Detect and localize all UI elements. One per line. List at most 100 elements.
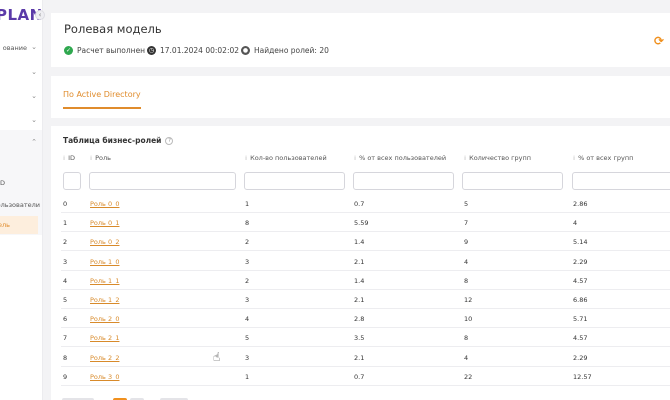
column-header-groups-count[interactable]: ⁞ Количество групп [464, 154, 531, 162]
cell-users-count: 4 [245, 315, 250, 324]
cell-groups-count: 8 [464, 334, 469, 343]
table-row[interactable]: 7 Роль 2_1 5 3.5 8 4.57 [61, 328, 670, 348]
table-row[interactable]: 8 Роль 2_2 3 2.1 4 2.29 [61, 348, 670, 367]
cell-groups-count: 10 [464, 315, 473, 324]
role-link[interactable]: Роль 3_0 [90, 373, 119, 381]
column-header-id[interactable]: ⁞ ID [63, 154, 75, 162]
role-link[interactable]: Роль 2_1 [90, 334, 119, 342]
sidebar-collapse-button[interactable]: ‹ [35, 10, 45, 20]
roles-count: ● Найдено ролей: 20 [241, 46, 329, 55]
cell-id: 8 [63, 353, 68, 362]
tabs-card: По Active Directory [51, 76, 670, 118]
sidebar: PLAN ование ⌄ ⌄ ⌄ ⌄ ⌃ D ользователи дель [0, 0, 43, 400]
cell-groups-count: 8 [464, 276, 469, 285]
role-link[interactable]: Роль 1_0 [90, 258, 119, 266]
cell-users-percent: 2.8 [354, 315, 365, 324]
tab-active-directory[interactable]: По Active Directory [63, 90, 141, 109]
cell-users-percent: 2.1 [354, 257, 365, 266]
sidebar-item-2[interactable]: ⌄ [0, 88, 42, 106]
cell-id: 0 [63, 200, 68, 208]
table-row[interactable]: 3 Роль 1_0 3 2.1 4 2.29 [61, 252, 670, 271]
status-text: Расчет выполнен [77, 46, 146, 55]
chevron-down-icon: ⌄ [31, 68, 37, 76]
cell-groups-percent: 6.86 [573, 296, 588, 304]
cell-users-percent: 0.7 [354, 372, 365, 381]
role-link[interactable]: Роль 1_1 [90, 277, 119, 285]
filter-input-users-percent[interactable] [353, 172, 454, 190]
table-row[interactable]: 1 Роль 0_1 8 5.59 7 4 [61, 213, 670, 233]
cell-groups-count: 5 [464, 200, 469, 208]
sort-icon: ⁞ [354, 154, 357, 162]
column-header-users-count[interactable]: ⁞ Кол-во пользователей [245, 154, 327, 162]
page-title: Ролевая модель [64, 22, 162, 36]
table-row[interactable]: 2 Роль 0_2 2 1.4 9 5.14 [61, 232, 670, 252]
filter-input-groups-percent[interactable] [572, 172, 670, 190]
cell-groups-count: 12 [464, 296, 473, 304]
cell-groups-percent: 2.29 [573, 257, 588, 266]
role-link[interactable]: Роль 2_2 [90, 354, 119, 362]
sidebar-item-5[interactable]: D [0, 174, 42, 192]
cell-groups-percent: 2.29 [573, 353, 588, 362]
table-row[interactable]: 9 Роль 3_0 1 0.7 22 12.57 [61, 367, 670, 386]
sidebar-item-6[interactable]: ользователи [0, 196, 42, 214]
cell-users-percent: 2.1 [354, 353, 365, 362]
cell-users-percent: 5.59 [354, 219, 369, 228]
cell-groups-count: 22 [464, 372, 473, 381]
help-icon[interactable]: ? [165, 136, 174, 145]
sidebar-item-4[interactable]: ⌃ [0, 134, 42, 152]
table-title: Таблица бизнес-ролей ? [63, 136, 174, 145]
filter-input-id[interactable] [63, 172, 81, 190]
table-row[interactable]: 4 Роль 1_1 2 1.4 8 4.57 [61, 271, 670, 290]
cell-groups-percent: 2.86 [573, 200, 588, 208]
cell-users-percent: 1.4 [354, 276, 365, 285]
cell-groups-count: 9 [464, 238, 469, 247]
sort-icon: ⁞ [245, 154, 248, 162]
cell-id: 6 [63, 315, 68, 324]
role-link[interactable]: Роль 2_0 [90, 315, 119, 323]
cell-groups-percent: 4 [573, 219, 578, 228]
role-link[interactable]: Роль 0_0 [90, 200, 119, 208]
roles-count-text: Найдено ролей: 20 [254, 46, 329, 55]
cell-groups-count: 7 [464, 219, 469, 228]
sidebar-item-0[interactable]: ование ⌄ [0, 39, 42, 57]
cell-users-count: 3 [245, 353, 250, 362]
filter-input-users-count[interactable] [244, 172, 345, 190]
calculation-datetime: ◷ 17.01.2024 00:02:02 [147, 46, 239, 55]
role-link[interactable]: Роль 1_2 [90, 296, 119, 304]
cell-id: 1 [63, 219, 68, 228]
table-row[interactable]: 5 Роль 1_2 3 2.1 12 6.86 [61, 290, 670, 309]
sidebar-item-label: ользователи [0, 201, 40, 209]
sort-icon: ⁞ [573, 154, 576, 162]
mouse-cursor-icon: ☝ [213, 350, 221, 364]
column-header-users-percent[interactable]: ⁞% от всех пользователей [354, 154, 446, 162]
table-row[interactable]: 6 Роль 2_0 4 2.8 10 5.71 [61, 309, 670, 329]
cell-groups-percent: 4.57 [573, 276, 588, 285]
business-roles-table: Таблица бизнес-ролей ? ⁞ ID ⁞ Роль ⁞ Кол-во… [51, 126, 670, 400]
status-badge: ✓ Расчет выполнен [64, 46, 145, 55]
role-link[interactable]: Роль 0_2 [90, 238, 119, 246]
chevron-down-icon: ⌄ [31, 43, 37, 51]
table-row[interactable]: 0 Роль 0_0 1 0.7 5 2.86 [61, 194, 670, 213]
sidebar-item-3[interactable]: ⌄ [0, 112, 42, 130]
refresh-icon[interactable]: ⟳ [654, 34, 664, 48]
cell-id: 7 [63, 334, 68, 343]
sidebar-item-label: дель [0, 221, 10, 229]
sidebar-item-7[interactable]: дель [0, 216, 38, 234]
cell-id: 2 [63, 238, 68, 247]
column-header-role[interactable]: ⁞ Роль [90, 154, 111, 162]
filter-input-groups-count[interactable] [462, 172, 563, 190]
cell-users-count: 1 [245, 200, 250, 208]
cell-users-count: 2 [245, 238, 250, 247]
chevron-down-icon: ⌄ [31, 116, 37, 124]
column-header-groups-percent[interactable]: ⁞% от всех групп [573, 154, 633, 162]
cell-users-count: 1 [245, 372, 250, 381]
filter-input-role[interactable] [89, 172, 236, 190]
cell-users-count: 2 [245, 276, 250, 285]
role-link[interactable]: Роль 0_1 [90, 219, 119, 227]
sidebar-item-1[interactable]: ⌄ [0, 64, 42, 82]
cell-id: 3 [63, 257, 68, 266]
cell-users-count: 3 [245, 296, 250, 304]
sort-icon: ⁞ [464, 154, 467, 162]
header-card: Ролевая модель ✓ Расчет выполнен ◷ 17.01… [51, 13, 670, 67]
cell-groups-count: 4 [464, 353, 469, 362]
